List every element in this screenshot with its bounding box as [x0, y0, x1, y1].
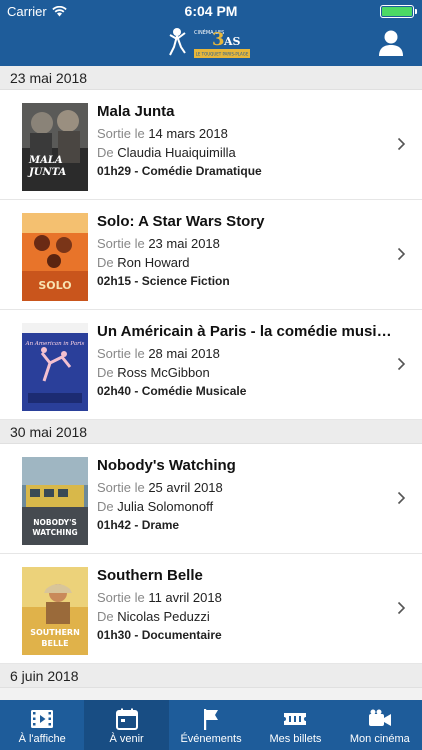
release-line: Sortie le 11 avril 2018	[97, 590, 222, 605]
movie-poster: NOBODY'S WATCHING	[22, 457, 88, 545]
director-name: Ross McGibbon	[117, 365, 210, 380]
tab-a-l-affiche[interactable]: À l'affiche	[0, 700, 84, 750]
release-date: 28 mai 2018	[148, 346, 220, 361]
movie-info: Southern Belle Sortie le 11 avril 2018 D…	[97, 567, 398, 644]
tab-label: À venir	[109, 733, 144, 745]
movie-info: Solo: A Star Wars Story Sortie le 23 mai…	[97, 213, 398, 290]
movie-title: Nobody's Watching	[97, 457, 236, 474]
chevron-right-icon	[397, 491, 406, 505]
chevron-right-icon	[397, 137, 406, 151]
release-line: Sortie le 23 mai 2018	[97, 236, 220, 251]
tab-evenements[interactable]: Événements	[169, 700, 253, 750]
movie-row-mala-junta[interactable]: MALA JUNTA Mala Junta Sortie le 14 mars …	[0, 90, 422, 200]
date-header: 6 juin 2018	[0, 664, 422, 688]
upcoming-movies-list[interactable]: 23 mai 2018 MALA JUNTA Mala Junta Sortie…	[0, 66, 422, 700]
svg-text:MALA: MALA	[28, 155, 63, 166]
release-line: Sortie le 25 avril 2018	[97, 480, 223, 495]
director-line: De Nicolas Peduzzi	[97, 609, 210, 624]
svg-text:SOLO: SOLO	[38, 279, 71, 292]
svg-text:JUNTA: JUNTA	[27, 167, 66, 178]
director-name: Nicolas Peduzzi	[117, 609, 210, 624]
movie-row-southern-belle[interactable]: SOUTHERN BELLE Southern Belle Sortie le …	[0, 554, 422, 664]
release-date: 25 avril 2018	[148, 480, 223, 495]
tab-mon-cinema[interactable]: Mon cinéma	[338, 700, 422, 750]
movie-row-nobodys-watching[interactable]: NOBODY'S WATCHING Nobody's Watching Sort…	[0, 444, 422, 554]
movie-poster: SOUTHERN BELLE	[22, 567, 88, 655]
svg-text:BELLE: BELLE	[41, 639, 68, 648]
tab-label: Événements	[180, 733, 242, 745]
director-name: Ron Howard	[117, 255, 190, 270]
logo-number: 3	[212, 29, 225, 50]
svg-text:NOBODY'S: NOBODY'S	[33, 518, 77, 527]
flag-icon	[204, 709, 219, 730]
tab-label: Mes billets	[269, 733, 322, 745]
tab-label: Mon cinéma	[349, 733, 410, 745]
director-line: De Ron Howard	[97, 255, 190, 270]
chevron-right-icon	[397, 247, 406, 261]
tab-bar: À l'affiche À venir Événements Mes bille…	[0, 700, 422, 750]
date-header: 30 mai 2018	[0, 420, 422, 444]
movie-row-un-americain-a-paris[interactable]: An American in Paris Un Américain à Pari…	[0, 310, 422, 420]
movie-poster: SOLO	[22, 213, 88, 301]
svg-text:SOUTHERN: SOUTHERN	[30, 628, 80, 637]
svg-text:WATCHING: WATCHING	[32, 528, 77, 537]
cinema-logo[interactable]: CINÉMA LES 3 AS LE TOUQUET PARIS-PLAGE	[168, 25, 254, 61]
movie-title: Mala Junta	[97, 103, 175, 120]
status-bar: Carrier 6:04 PM	[0, 0, 422, 22]
movie-title: Southern Belle	[97, 567, 203, 584]
svg-text:An American in Paris: An American in Paris	[25, 341, 85, 347]
ticket-icon	[284, 713, 307, 725]
duration-genre: 01h30 - Documentaire	[97, 628, 222, 642]
duration-genre: 01h29 - Comédie Dramatique	[97, 164, 262, 178]
logo-subtitle: LE TOUQUET PARIS-PLAGE	[196, 52, 249, 57]
release-line: Sortie le 28 mai 2018	[97, 346, 220, 361]
movie-title: Un Américain à Paris - la comédie musica…	[97, 323, 398, 340]
movie-info: Mala Junta Sortie le 14 mars 2018 De Cla…	[97, 103, 398, 180]
battery-icon	[380, 5, 417, 18]
film-icon	[31, 710, 54, 728]
director-line: De Julia Solomonoff	[97, 499, 214, 514]
movie-info: Un Américain à Paris - la comédie musica…	[97, 323, 398, 400]
director-name: Julia Solomonoff	[117, 499, 214, 514]
chevron-right-icon	[397, 601, 406, 615]
director-line: De Ross McGibbon	[97, 365, 210, 380]
duration-genre: 02h40 - Comédie Musicale	[97, 384, 247, 398]
movie-row-solo[interactable]: SOLO Solo: A Star Wars Story Sortie le 2…	[0, 200, 422, 310]
tab-label: À l'affiche	[18, 733, 66, 745]
release-date: 14 mars 2018	[148, 126, 228, 141]
camera-icon	[368, 709, 391, 726]
app-header: Carrier 6:04 PM CINÉMA LES 3 AS LE TOUQU…	[0, 0, 422, 66]
user-account-icon[interactable]	[378, 29, 404, 57]
duration-genre: 01h42 - Drame	[97, 518, 180, 532]
director-name: Claudia Huaiquimilla	[117, 145, 236, 160]
logo-as: AS	[223, 35, 241, 48]
director-line: De Claudia Huaiquimilla	[97, 145, 236, 160]
release-date: 23 mai 2018	[148, 236, 220, 251]
release-line: Sortie le 14 mars 2018	[97, 126, 228, 141]
date-header: 23 mai 2018	[0, 66, 422, 90]
tab-mes-billets[interactable]: Mes billets	[253, 700, 337, 750]
chevron-right-icon	[397, 357, 406, 371]
tab-a-venir[interactable]: À venir	[84, 700, 169, 750]
movie-poster: An American in Paris	[22, 323, 88, 411]
movie-info: Nobody's Watching Sortie le 25 avril 201…	[97, 457, 398, 534]
release-date: 11 avril 2018	[148, 590, 222, 605]
duration-genre: 02h15 - Science Fiction	[97, 274, 230, 288]
calendar-icon	[115, 708, 138, 730]
status-time: 6:04 PM	[184, 3, 238, 19]
movie-title: Solo: A Star Wars Story	[97, 213, 265, 230]
movie-poster: MALA JUNTA	[22, 103, 88, 191]
